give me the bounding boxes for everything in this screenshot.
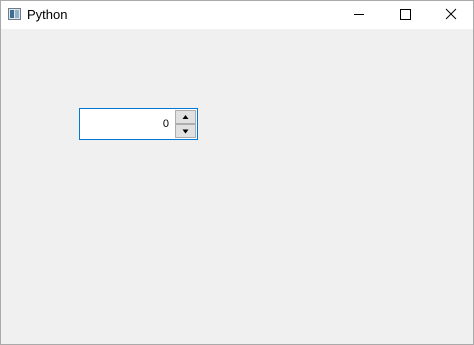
minimize-icon <box>354 14 364 15</box>
maximize-button[interactable] <box>382 1 428 29</box>
minimize-button[interactable] <box>336 1 382 29</box>
python-app-icon <box>8 8 21 20</box>
window-title: Python <box>27 7 68 22</box>
close-button[interactable] <box>428 1 474 29</box>
spin-down-button[interactable] <box>175 124 196 138</box>
close-icon <box>445 8 457 20</box>
arrow-up-icon <box>182 115 189 119</box>
title-bar[interactable]: Python <box>1 1 473 29</box>
spin-box[interactable] <box>79 108 198 140</box>
app-window: Python <box>0 0 474 345</box>
client-area <box>1 29 473 344</box>
spin-up-button[interactable] <box>175 110 196 124</box>
spin-box-input[interactable] <box>81 110 173 138</box>
arrow-down-icon <box>182 129 189 134</box>
maximize-icon <box>400 9 411 20</box>
